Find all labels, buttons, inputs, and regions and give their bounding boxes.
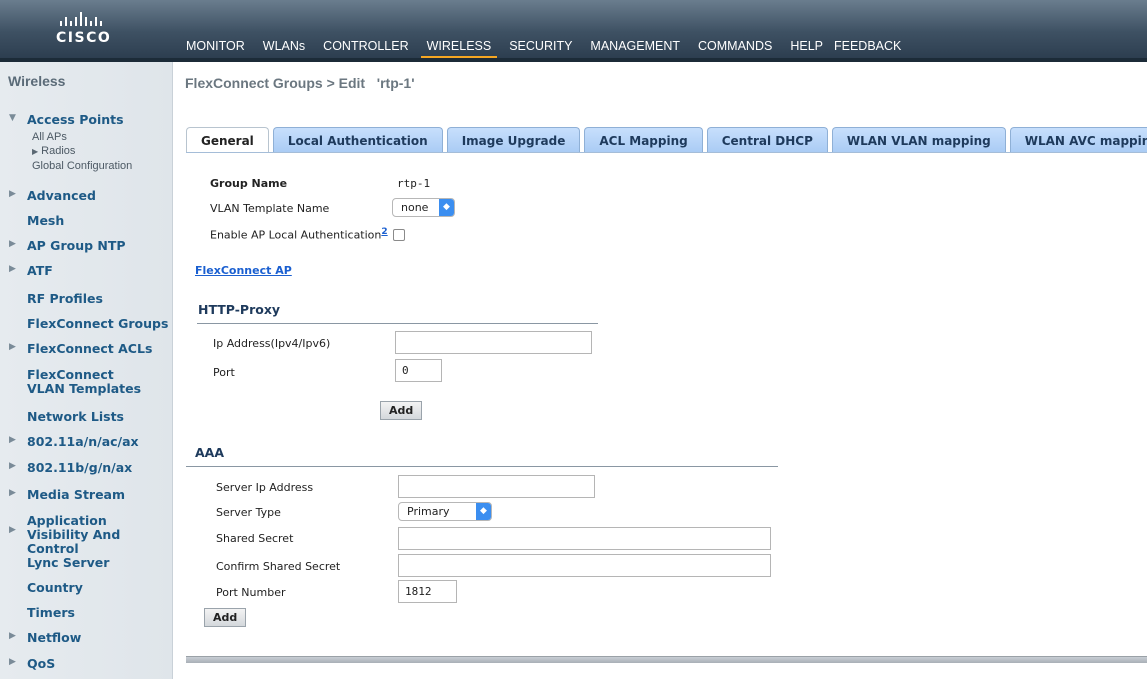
port-number-label: Port Number (216, 586, 286, 599)
cisco-logo: CISCO (56, 10, 131, 50)
main-menu: MONITOR WLANs CONTROLLER WIRELESS SECURI… (186, 39, 919, 60)
sidebar-item-network-lists[interactable]: Network Lists (27, 409, 124, 424)
vlan-template-select[interactable]: none ◆ (392, 198, 455, 217)
top-navigation-bar: CISCO MONITOR WLANs CONTROLLER WIRELESS … (0, 0, 1147, 60)
sidebar-title: Wireless (8, 73, 66, 89)
aaa-heading: AAA (195, 445, 225, 460)
menu-wlans[interactable]: WLANs (263, 39, 305, 53)
collapsed-triangle-icon: ▶ (9, 264, 16, 274)
sidebar-item-ap-group-ntp[interactable]: ▶ AP Group NTP (9, 238, 126, 253)
server-ip-input[interactable] (398, 475, 595, 498)
sidebar-item-atf[interactable]: ▶ ATF (9, 263, 53, 278)
shared-secret-label: Shared Secret (216, 532, 294, 545)
tab-local-authentication[interactable]: Local Authentication (272, 127, 443, 153)
http-proxy-rule (197, 323, 598, 324)
sidebar-item-timers[interactable]: Timers (27, 605, 75, 620)
menu-feedback[interactable]: FEEDBACK (834, 39, 901, 53)
tab-divider (186, 152, 1147, 153)
tab-acl-mapping[interactable]: ACL Mapping (584, 127, 703, 153)
proxy-ip-input[interactable] (395, 331, 592, 354)
select-arrows-icon: ◆ (439, 199, 454, 216)
flexconnect-ap-link[interactable]: FlexConnect AP (195, 264, 292, 277)
group-name-value: rtp-1 (397, 177, 431, 190)
menu-management[interactable]: MANAGEMENT (590, 39, 680, 53)
menu-monitor[interactable]: MONITOR (186, 39, 245, 53)
page-title: FlexConnect Groups > Edit 'rtp-1' (185, 75, 415, 91)
proxy-ip-label: Ip Address(Ipv4/Ipv6) (213, 337, 331, 350)
sidebar-item-mesh[interactable]: Mesh (27, 213, 64, 228)
sidebar-item-media-stream[interactable]: ▶ Media Stream (9, 487, 125, 502)
sidebar-item-advanced[interactable]: ▶ Advanced (9, 188, 96, 203)
sidebar-item-country[interactable]: Country (27, 580, 83, 595)
server-type-label: Server Type (216, 506, 281, 519)
tab-wlan-avc-mapping[interactable]: WLAN AVC mapping (1009, 127, 1147, 153)
enable-ap-local-auth-checkbox[interactable] (393, 229, 405, 241)
sidebar-sub-global-configuration[interactable]: Global Configuration (32, 160, 132, 172)
menu-wireless[interactable]: WIRELESS (420, 39, 497, 60)
confirm-secret-label: Confirm Shared Secret (216, 560, 341, 573)
sidebar-item-lync-server[interactable]: Lync Server (27, 555, 109, 570)
collapsed-triangle-icon: ▶ (9, 525, 16, 535)
aaa-add-button[interactable]: Add (204, 608, 247, 627)
sidebar-item-802-11b[interactable]: ▶ 802.11b/g/n/ax (9, 460, 132, 475)
vlan-template-label: VLAN Template Name (210, 202, 330, 215)
server-ip-label: Server Ip Address (216, 481, 314, 494)
collapsed-triangle-icon: ▶ (9, 631, 16, 641)
collapsed-triangle-icon: ▶ (9, 488, 16, 498)
tab-wlan-vlan-mapping[interactable]: WLAN VLAN mapping (831, 127, 1006, 153)
expanded-triangle-icon: ▼ (9, 113, 16, 123)
sidebar-sub-radios[interactable]: ▶ Radios (32, 145, 75, 157)
sidebar-item-802-11a[interactable]: ▶ 802.11a/n/ac/ax (9, 434, 139, 449)
collapsed-triangle-icon: ▶ (9, 342, 16, 352)
select-arrows-icon: ◆ (476, 503, 491, 520)
sidebar-sub-all-aps[interactable]: All APs (32, 131, 67, 143)
content-bottom-bar (186, 656, 1147, 663)
sidebar-item-qos[interactable]: ▶ QoS (9, 656, 55, 671)
sidebar-item-flexconnect-vlan-templates[interactable]: FlexConnect VLAN Templates (27, 368, 147, 396)
tab-general[interactable]: General (186, 127, 269, 153)
enable-ap-local-auth-label: Enable AP Local Authentication2 (210, 227, 388, 242)
group-name-label: Group Name (210, 177, 288, 190)
vlan-template-selected-value: none (401, 201, 429, 214)
sidebar-item-netflow[interactable]: ▶ Netflow (9, 630, 81, 645)
collapsed-triangle-icon: ▶ (9, 657, 16, 667)
sidebar: Wireless ▼ Access Points All APs ▶ Radios … (0, 62, 173, 679)
shared-secret-input[interactable] (398, 527, 771, 550)
port-number-input[interactable]: 1812 (398, 580, 457, 603)
collapsed-triangle-icon: ▶ (9, 435, 16, 445)
cisco-logo-text: CISCO (56, 30, 112, 46)
sidebar-item-application-visibility[interactable]: ▶ Application Visibility And Control (9, 514, 169, 556)
proxy-port-input[interactable]: 0 (395, 359, 442, 382)
menu-controller[interactable]: CONTROLLER (323, 39, 408, 53)
footnote-link[interactable]: 2 (381, 227, 387, 237)
aaa-rule (186, 466, 778, 467)
proxy-port-label: Port (213, 366, 235, 379)
tab-bar: General Local Authentication Image Upgra… (186, 127, 1147, 153)
confirm-secret-input[interactable] (398, 554, 771, 577)
collapsed-triangle-icon: ▶ (32, 147, 39, 156)
sidebar-item-rf-profiles[interactable]: RF Profiles (27, 291, 103, 306)
server-type-selected-value: Primary (407, 505, 450, 518)
http-proxy-heading: HTTP-Proxy (198, 302, 281, 317)
collapsed-triangle-icon: ▶ (9, 189, 16, 199)
server-type-select[interactable]: Primary ◆ (398, 502, 492, 521)
collapsed-triangle-icon: ▶ (9, 461, 16, 471)
collapsed-triangle-icon: ▶ (9, 239, 16, 249)
sidebar-item-access-points[interactable]: ▼ Access Points (9, 112, 124, 127)
sidebar-item-flexconnect-acls[interactable]: ▶ FlexConnect ACLs (9, 341, 152, 356)
proxy-add-button[interactable]: Add (380, 401, 423, 420)
cisco-logo-bars-icon (60, 10, 131, 26)
tab-central-dhcp[interactable]: Central DHCP (706, 127, 828, 153)
menu-commands[interactable]: COMMANDS (698, 39, 772, 53)
menu-security[interactable]: SECURITY (509, 39, 572, 53)
tab-image-upgrade[interactable]: Image Upgrade (446, 127, 581, 153)
menu-help[interactable]: HELP (790, 39, 823, 53)
sidebar-item-flexconnect-groups[interactable]: FlexConnect Groups (27, 316, 168, 331)
